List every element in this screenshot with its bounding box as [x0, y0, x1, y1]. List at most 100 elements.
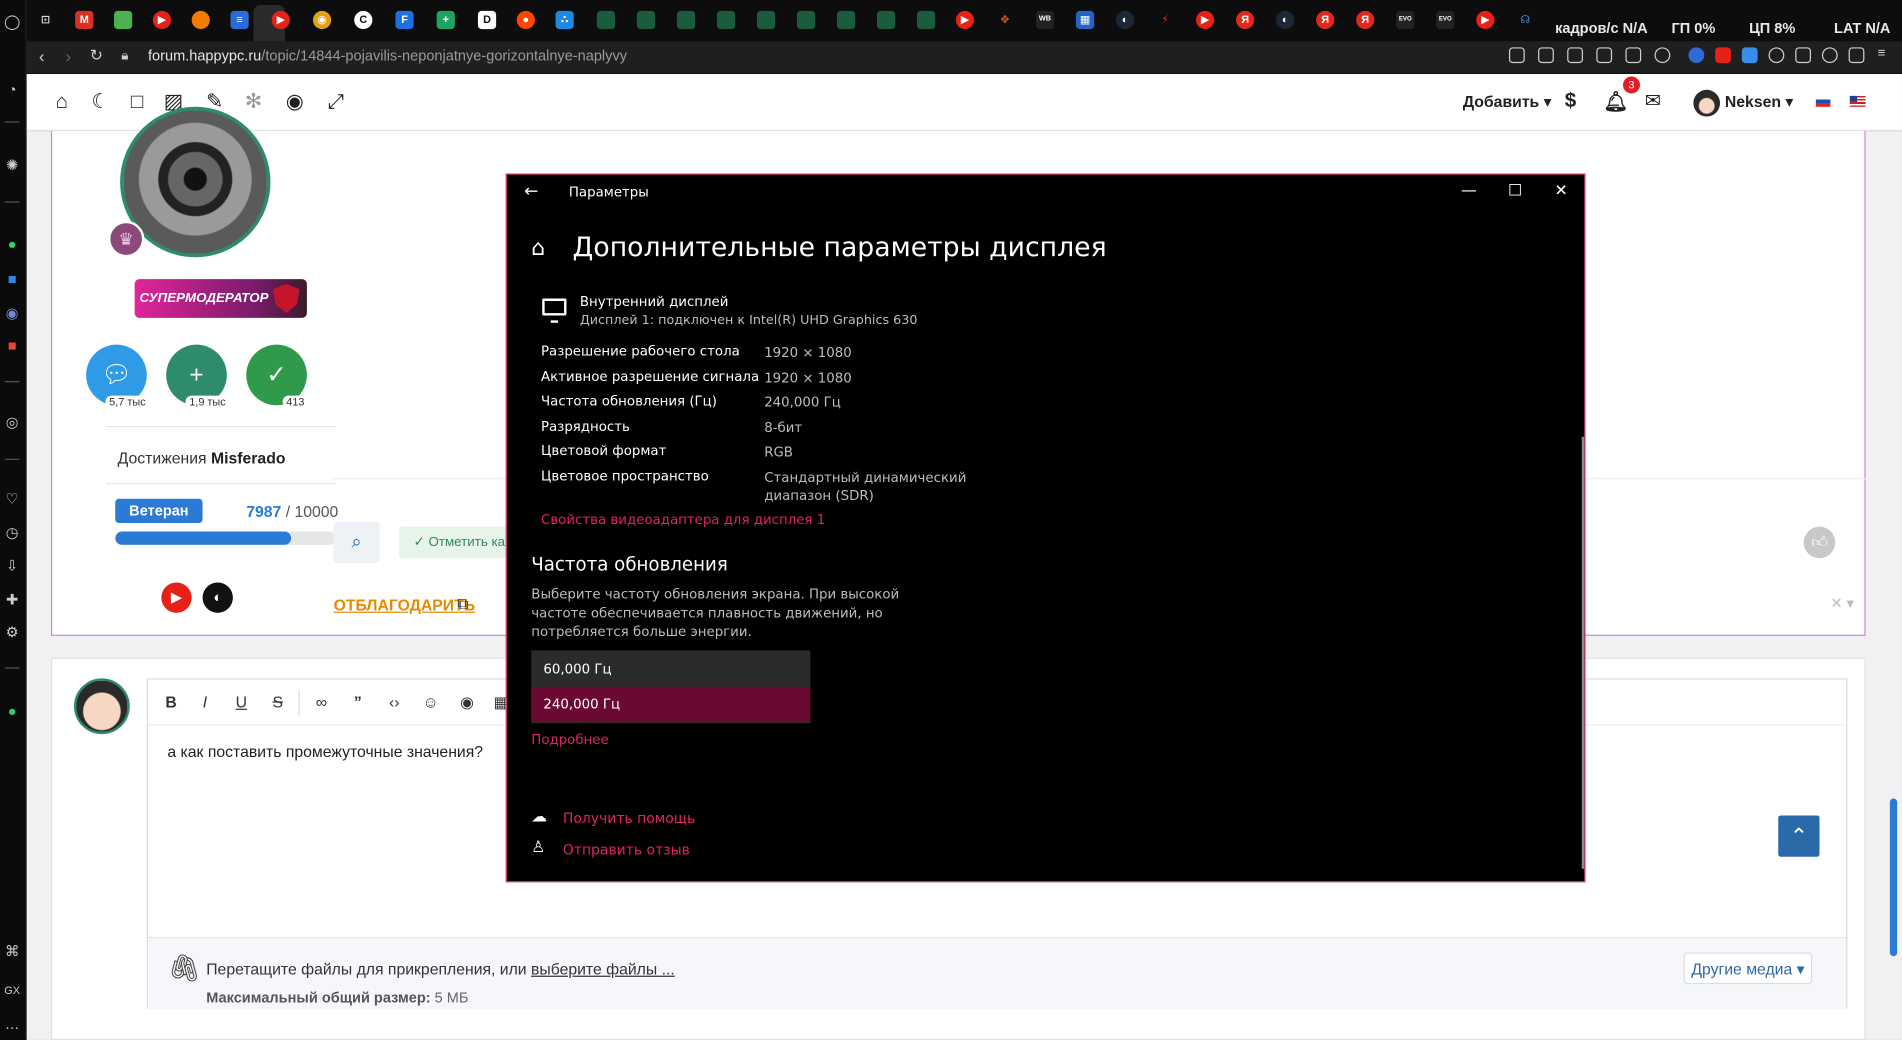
search-icon[interactable]: ⌕: [333, 521, 380, 564]
tab-icon[interactable]: [636, 10, 656, 30]
code-icon[interactable]: ‹›: [383, 692, 405, 714]
steam-icon[interactable]: ◐: [202, 582, 233, 613]
refresh-option-240[interactable]: 240,000 Гц: [531, 686, 811, 723]
speed-dial-icon[interactable]: ◔: [2, 80, 21, 99]
eye-off-icon[interactable]: ◉: [284, 90, 306, 113]
tab-icon[interactable]: ▶: [152, 10, 172, 30]
user-avatar[interactable]: [1693, 89, 1721, 117]
close-icon[interactable]: ✕ ▾: [1830, 595, 1854, 612]
adapter-properties-link[interactable]: Свойства видеоадаптера для дисплея 1: [541, 512, 825, 528]
thank-button[interactable]: ОТБЛАГОДАРИТЬ: [334, 596, 476, 614]
reply-text[interactable]: а как поставить промежуточные значения?: [167, 743, 483, 761]
get-help-link[interactable]: Получить помощь: [563, 809, 695, 826]
status-dot-icon[interactable]: ●: [2, 701, 21, 720]
ru-flag-icon[interactable]: [1815, 95, 1831, 107]
link-icon[interactable]: ∞: [311, 692, 333, 714]
bold-icon[interactable]: B: [160, 692, 182, 714]
reddit-tab-icon[interactable]: ●: [516, 10, 535, 30]
send-feedback-link[interactable]: Отправить отзыв: [563, 841, 690, 858]
pin-page-icon[interactable]: [1538, 47, 1554, 64]
tab-icon[interactable]: ∴: [555, 10, 574, 30]
headphones-tab-icon[interactable]: ☊: [1516, 11, 1534, 29]
italic-icon[interactable]: I: [194, 692, 216, 714]
bell-icon[interactable]: 🔔︎: [1604, 90, 1629, 114]
tab-icon[interactable]: ▦: [1075, 10, 1095, 30]
page-scrollbar[interactable]: [1889, 798, 1898, 957]
home-icon[interactable]: ⌂: [531, 235, 545, 260]
maximize-icon[interactable]: ☐: [1505, 182, 1524, 200]
ai-icon[interactable]: ✺: [2, 155, 21, 174]
choose-files-link[interactable]: выберите файлы ...: [531, 960, 675, 978]
scroll-to-top-button[interactable]: ⌃: [1778, 815, 1820, 857]
forward-icon[interactable]: ›: [66, 46, 72, 65]
play-icon[interactable]: [1625, 47, 1642, 64]
extension-icon[interactable]: [1715, 47, 1731, 64]
other-media-button[interactable]: Другие медиа ▾: [1683, 952, 1813, 985]
home-icon[interactable]: ⌂: [51, 90, 73, 113]
discord-icon[interactable]: ◉: [2, 303, 21, 322]
tab-icon[interactable]: [756, 10, 776, 30]
tab-icon[interactable]: ✥: [996, 11, 1014, 29]
tab-icon[interactable]: [596, 10, 615, 30]
minimize-icon[interactable]: —: [1459, 182, 1478, 200]
sheets-tab-icon[interactable]: +: [436, 10, 455, 30]
history-icon[interactable]: ◷: [2, 523, 21, 542]
user-menu[interactable]: Neksen ▾: [1725, 92, 1793, 111]
yandex-tab-icon[interactable]: Я: [1316, 10, 1335, 30]
url-field[interactable]: forum.happypc.ru/topic/14844-pojavilis-n…: [148, 47, 627, 64]
heart-icon[interactable]: [1654, 47, 1671, 64]
attachment-area[interactable]: 🖇︎ Перетащите файлы для прикрепления, ил…: [147, 936, 1847, 1010]
yandex-tab-icon[interactable]: Я: [1236, 10, 1255, 30]
quote-icon[interactable]: ”: [347, 692, 369, 714]
spinner-icon[interactable]: ✻: [243, 90, 265, 113]
close-icon[interactable]: ✕: [1551, 182, 1570, 200]
tab-icon[interactable]: D: [477, 10, 497, 30]
mail-icon[interactable]: ✉: [1645, 89, 1661, 113]
square-icon[interactable]: □: [126, 90, 148, 113]
tab-icon[interactable]: ⚡: [1156, 11, 1174, 29]
us-flag-icon[interactable]: [1849, 95, 1866, 107]
reload-icon[interactable]: ↻: [90, 46, 103, 65]
achievements-label[interactable]: Достижения Misferado: [118, 449, 286, 467]
whatsapp-icon[interactable]: ●: [2, 234, 21, 253]
add-menu[interactable]: Добавить ▾: [1463, 92, 1552, 111]
extension-icon[interactable]: [1688, 47, 1705, 64]
steam-tab-icon[interactable]: ◐: [1115, 10, 1135, 30]
menu-icon[interactable]: ≡: [1878, 46, 1894, 62]
youtube-tab-icon[interactable]: ▶: [1476, 10, 1495, 30]
tab-icon[interactable]: [796, 10, 816, 30]
globe-icon[interactable]: [1768, 47, 1785, 64]
underline-icon[interactable]: U: [230, 692, 252, 714]
vk-icon[interactable]: ■: [2, 269, 21, 288]
profile-icon[interactable]: [1821, 47, 1838, 64]
shield-icon[interactable]: [1596, 47, 1613, 64]
tab-icon[interactable]: ◉: [312, 10, 332, 30]
reader-icon[interactable]: [1508, 47, 1525, 64]
youtube-tab-icon[interactable]: ▶: [1196, 10, 1215, 30]
tab-icon[interactable]: [836, 10, 856, 30]
strikethrough-icon[interactable]: S: [267, 692, 289, 714]
tab-icon[interactable]: WB: [1035, 10, 1055, 30]
tab-icon[interactable]: [876, 10, 896, 30]
gmail-tab-icon[interactable]: M: [75, 10, 94, 30]
tab-icon[interactable]: EVO: [1436, 10, 1455, 30]
refresh-rate-dropdown[interactable]: 60,000 Гц 240,000 Гц: [531, 650, 811, 724]
tab-icon[interactable]: [917, 10, 936, 30]
dollar-icon[interactable]: $: [1565, 89, 1576, 113]
extension-icon[interactable]: [1741, 47, 1758, 64]
heart-icon[interactable]: ♡: [2, 489, 21, 508]
fullscreen-icon[interactable]: ⤢: [325, 90, 347, 113]
screenshot-icon[interactable]: [1567, 47, 1583, 64]
extensions-icon[interactable]: [1795, 47, 1812, 64]
learn-more-link[interactable]: Подробнее: [531, 732, 608, 748]
yandex-tab-icon[interactable]: Я: [1356, 10, 1375, 30]
refresh-option-60[interactable]: 60,000 Гц: [531, 652, 810, 687]
youtube-icon[interactable]: ▶: [161, 582, 192, 613]
spoiler-icon[interactable]: ◉: [456, 692, 478, 714]
tab-icon[interactable]: C: [354, 10, 373, 30]
download-icon[interactable]: [1848, 47, 1865, 64]
youtube-tab-icon[interactable]: ▶: [271, 10, 290, 30]
app-icon[interactable]: ■: [2, 336, 21, 355]
back-icon[interactable]: ‹: [39, 46, 45, 65]
tab-icon[interactable]: EVO: [1396, 10, 1415, 30]
